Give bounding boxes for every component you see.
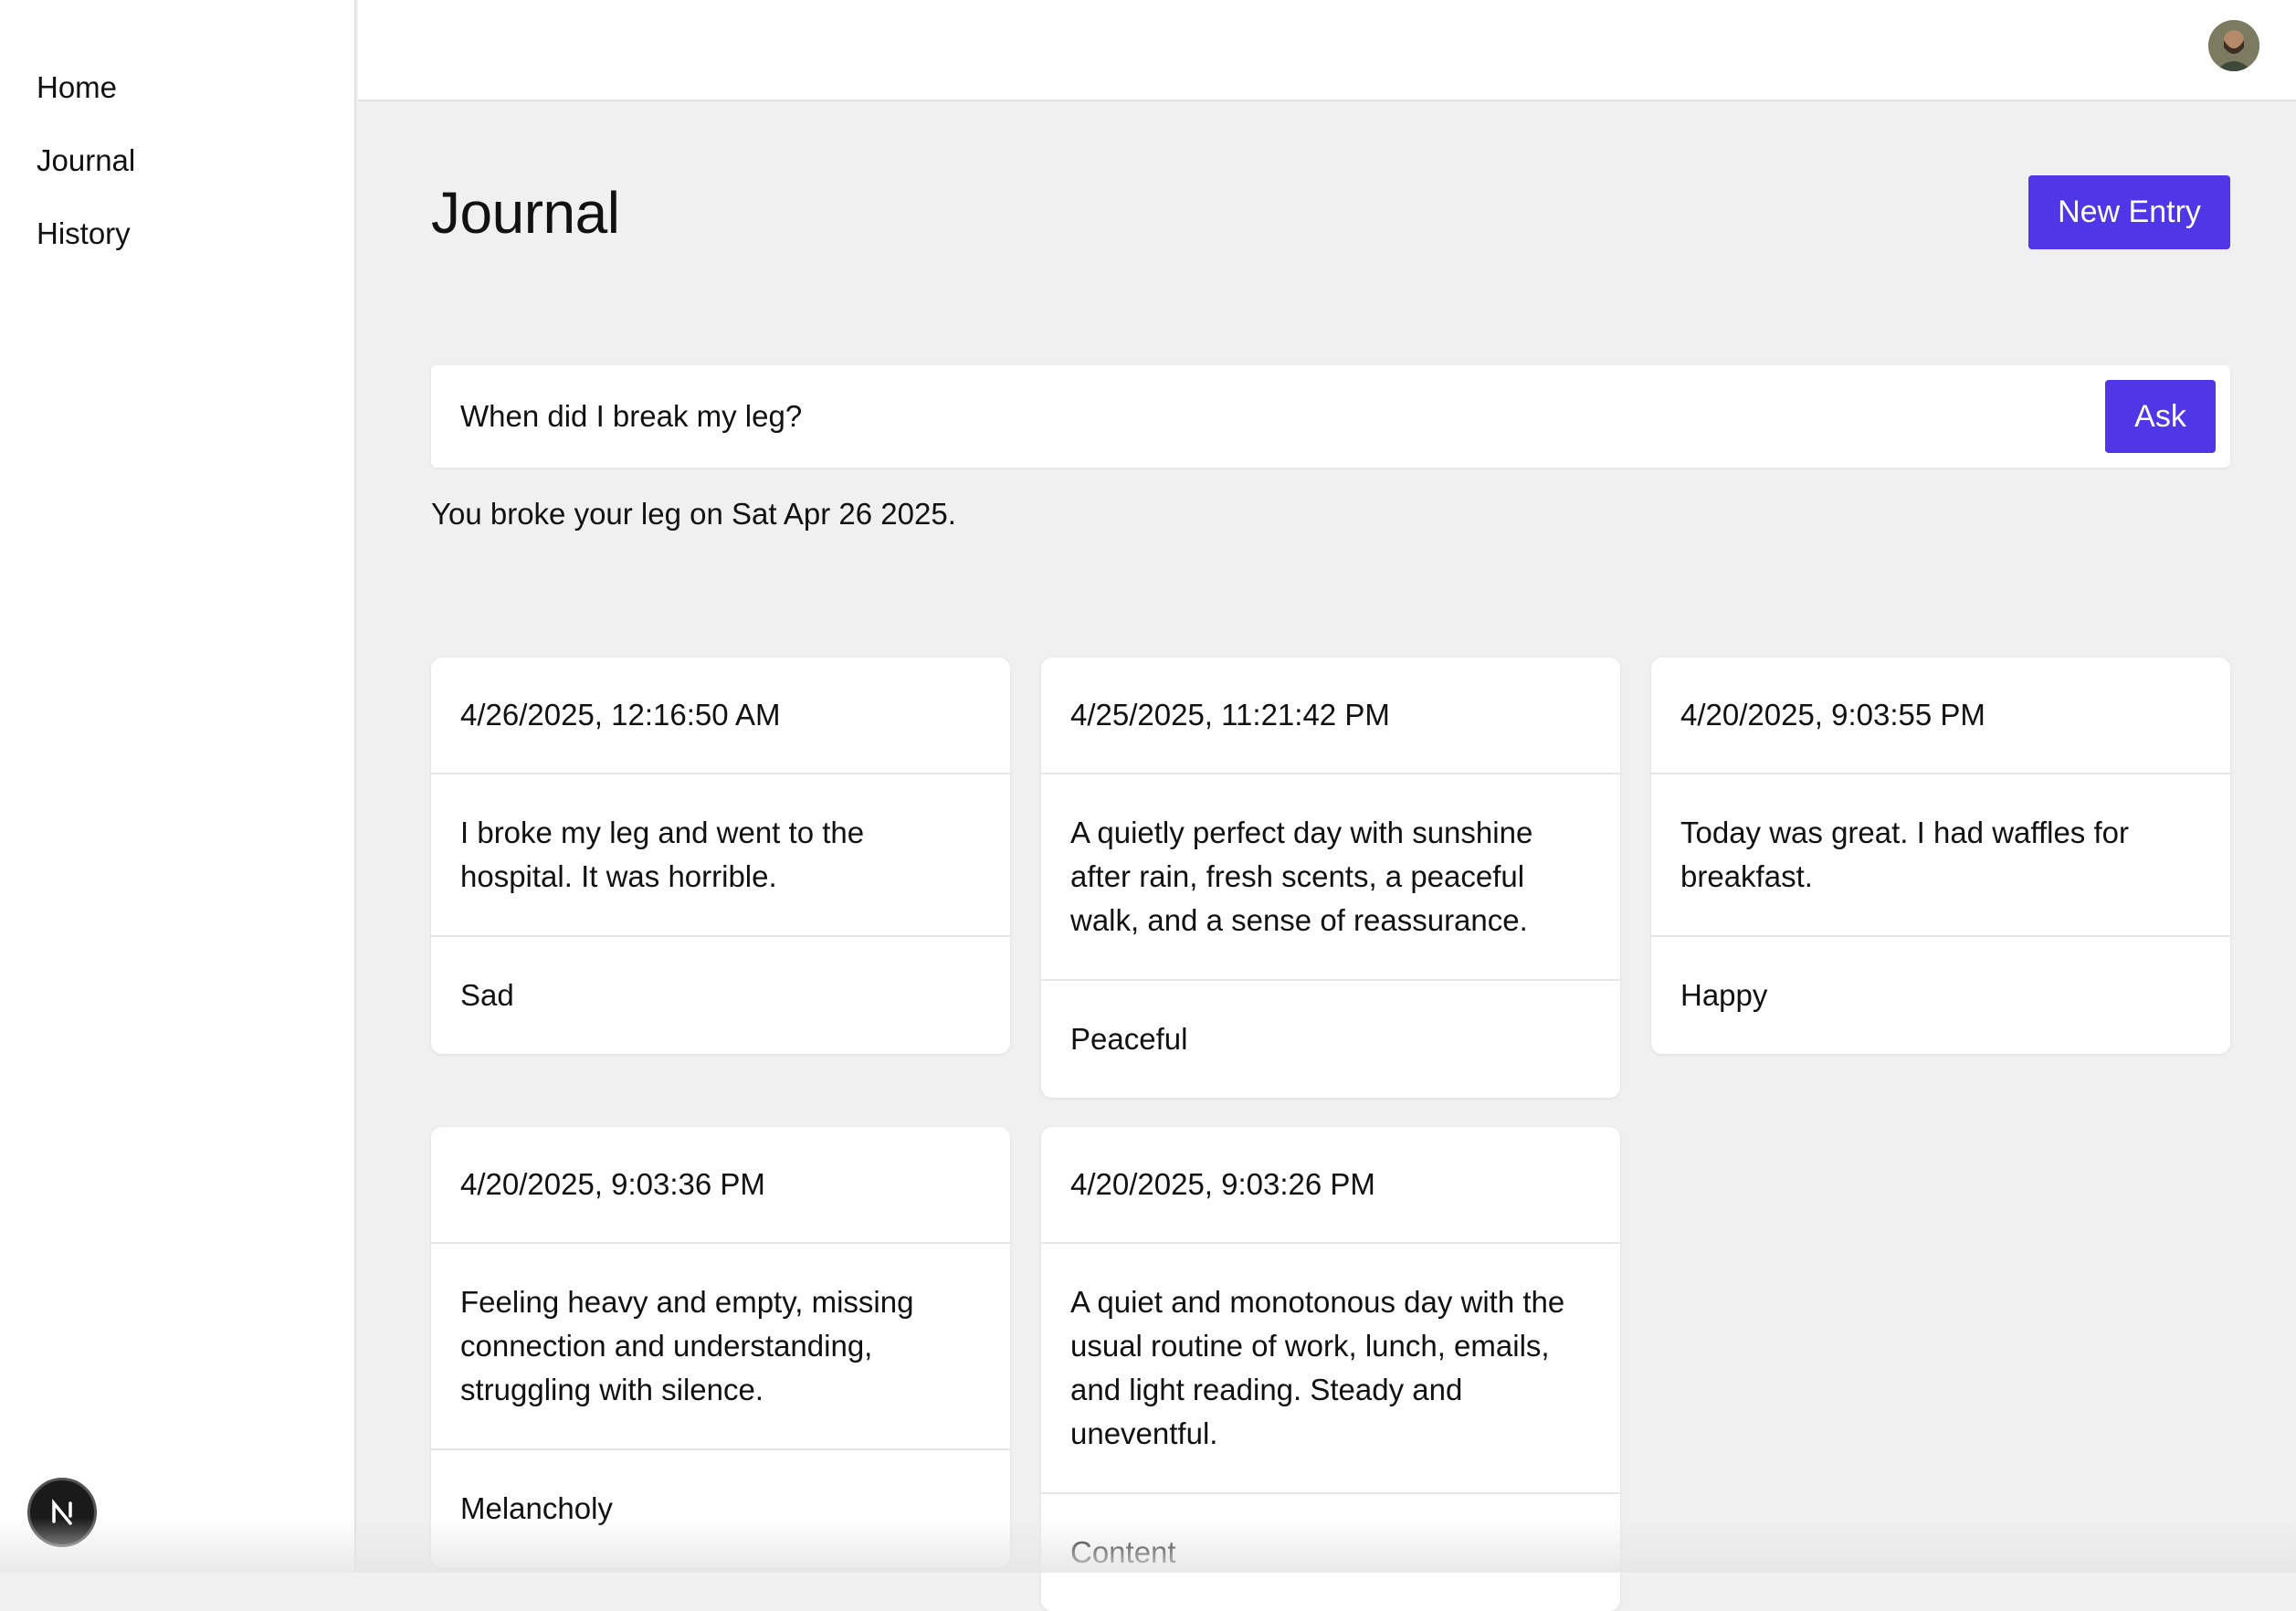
entry-summary: A quietly perfect day with sunshine afte…	[1041, 774, 1620, 981]
entry-date: 4/25/2025, 11:21:42 PM	[1041, 658, 1620, 774]
entry-mood: Melancholy	[431, 1450, 1010, 1567]
entry-summary: Feeling heavy and empty, missing connect…	[431, 1244, 1010, 1450]
entry-card[interactable]: 4/20/2025, 9:03:55 PM Today was great. I…	[1651, 658, 2230, 1054]
entry-card[interactable]: 4/20/2025, 9:03:26 PM A quiet and monoto…	[1041, 1127, 1620, 1611]
answer-text: You broke your leg on Sat Apr 26 2025.	[431, 497, 956, 532]
sidebar: Home Journal History	[0, 0, 356, 1573]
user-avatar-icon[interactable]	[2208, 20, 2259, 71]
entry-date: 4/20/2025, 9:03:55 PM	[1651, 658, 2230, 774]
sidebar-nav: Home Journal History	[0, 0, 354, 285]
ask-button[interactable]: Ask	[2105, 380, 2216, 453]
ask-bar: Ask	[431, 365, 2230, 468]
page-title: Journal	[431, 179, 619, 247]
new-entry-button[interactable]: New Entry	[2028, 175, 2230, 249]
entry-date: 4/20/2025, 9:03:26 PM	[1041, 1127, 1620, 1244]
entry-card[interactable]: 4/20/2025, 9:03:36 PM Feeling heavy and …	[431, 1127, 1010, 1567]
entry-grid: 4/26/2025, 12:16:50 AM I broke my leg an…	[431, 658, 2230, 1611]
entry-summary: Today was great. I had waffles for break…	[1651, 774, 2230, 937]
entry-date: 4/26/2025, 12:16:50 AM	[431, 658, 1010, 774]
nextjs-logo-icon[interactable]	[27, 1478, 97, 1547]
ask-input[interactable]	[460, 393, 2104, 440]
entry-mood: Sad	[431, 937, 1010, 1054]
entry-card[interactable]: 4/25/2025, 11:21:42 PM A quietly perfect…	[1041, 658, 1620, 1098]
entry-summary: I broke my leg and went to the hospital.…	[431, 774, 1010, 937]
entry-summary: A quiet and monotonous day with the usua…	[1041, 1244, 1620, 1494]
entry-card[interactable]: 4/26/2025, 12:16:50 AM I broke my leg an…	[431, 658, 1010, 1054]
entry-mood: Peaceful	[1041, 981, 1620, 1098]
top-bar	[358, 0, 2296, 101]
sidebar-item-home[interactable]: Home	[37, 66, 354, 139]
sidebar-item-history[interactable]: History	[37, 212, 354, 285]
entry-mood: Happy	[1651, 937, 2230, 1054]
entry-date: 4/20/2025, 9:03:36 PM	[431, 1127, 1010, 1244]
sidebar-item-journal[interactable]: Journal	[37, 139, 354, 212]
entry-mood: Content	[1041, 1494, 1620, 1611]
